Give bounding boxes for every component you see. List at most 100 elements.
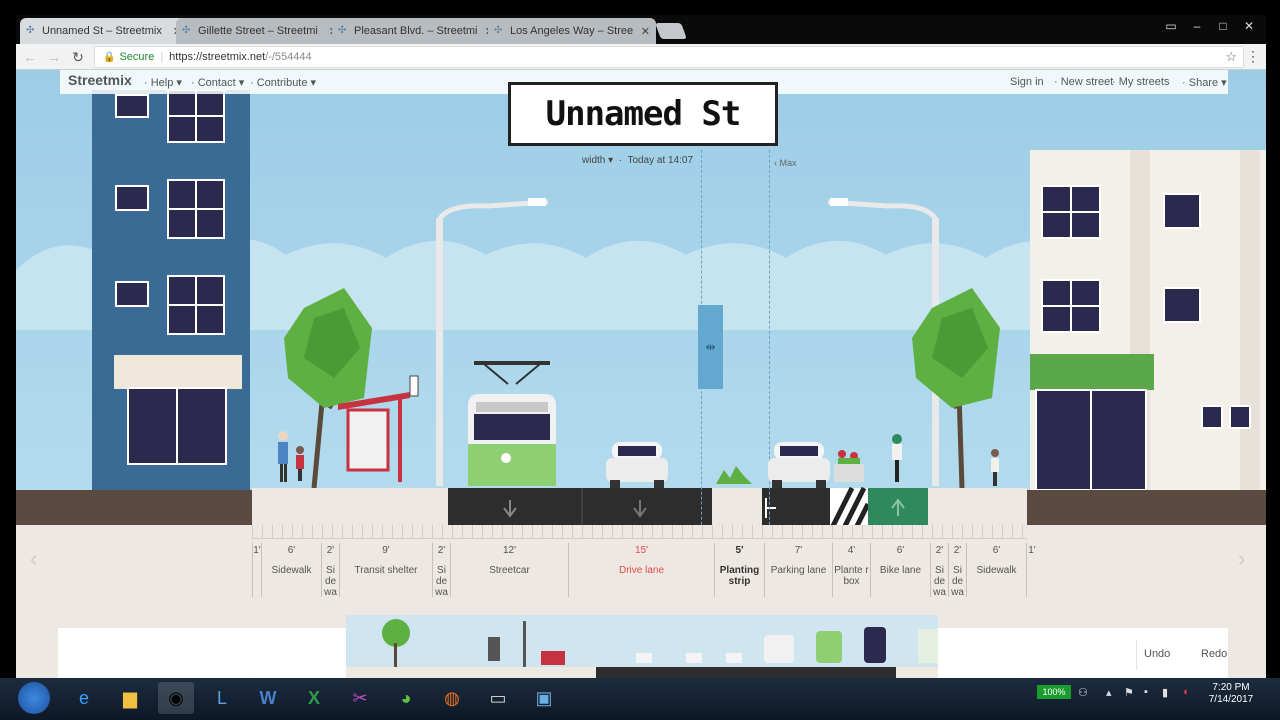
segment-label[interactable]: 2' Si de wa <box>432 543 450 598</box>
segment-width: 4' <box>847 545 856 556</box>
address-bar[interactable]: 🔒 Secure | https://streetmix.net /-/5544… <box>94 46 1244 68</box>
segment-label[interactable]: 1' <box>252 543 261 597</box>
resize-handle[interactable]: ⇹ <box>698 305 723 389</box>
segment-label[interactable]: 6' Sidewalk <box>261 543 321 597</box>
system-clock[interactable]: 7:20 PM 7/14/2017 <box>1196 682 1266 706</box>
segment-label[interactable]: 12' Streetcar <box>450 543 568 597</box>
browser-menu-icon[interactable]: ⋮ <box>1246 48 1260 65</box>
street-name-sign[interactable]: Unnamed St <box>508 82 778 146</box>
close-window-icon[interactable]: ✕ <box>1238 18 1260 34</box>
tab-unnamed-st[interactable]: ✣ Unnamed St – Streetmix ✕ <box>20 18 188 44</box>
width-label: width <box>582 155 606 166</box>
segment-width: 6' <box>896 545 905 556</box>
segment-name: Si de wa <box>324 565 337 598</box>
sign-in-link[interactable]: Sign in <box>1010 76 1044 88</box>
network-tray-icon[interactable]: ⚇ <box>1078 686 1088 699</box>
device-tray-icon[interactable]: ▪ <box>1144 686 1148 698</box>
help-label: Help <box>150 77 174 89</box>
tab-label: Unnamed St – Streetmix <box>42 25 162 37</box>
last-saved-time: Today at 14:07 <box>627 155 694 166</box>
tab-los-angeles-way[interactable]: ✣ Los Angeles Way – Stree ✕ <box>488 18 656 44</box>
segment-width: 2' <box>953 545 962 556</box>
tab-label: Pleasant Blvd. – Streetmi <box>354 25 478 37</box>
segment-name: Si de wa <box>933 565 946 598</box>
firefox-icon[interactable]: ◍ <box>434 682 470 714</box>
scroll-right-icon[interactable]: › <box>1238 546 1245 572</box>
segment-label[interactable]: 2' Si de wa <box>948 543 966 598</box>
max-width-guide <box>769 150 770 590</box>
forward-icon[interactable]: → <box>46 48 62 66</box>
segment-label[interactable]: 9' Transit shelter <box>339 543 432 597</box>
segment-ruler: 1' 6' Sidewalk 2' Si de wa 9' Transit shelter 2… <box>252 525 1036 598</box>
media-player-icon[interactable]: ◕ <box>388 682 424 714</box>
segment-label[interactable]: 2' Si de wa <box>321 543 339 598</box>
excel-icon[interactable]: X <box>296 682 332 714</box>
segment-name: Streetcar <box>489 565 530 576</box>
word-icon[interactable]: W <box>250 682 286 714</box>
profile-icon[interactable]: ▭ <box>1160 18 1182 34</box>
signal-icon[interactable]: ▮ <box>1162 686 1168 699</box>
show-hidden-icons[interactable]: ▴ <box>1106 686 1112 699</box>
maximize-icon[interactable]: □ <box>1212 18 1234 34</box>
share-menu[interactable]: · Share ▾ <box>1182 76 1227 89</box>
undo-button[interactable]: Undo <box>1144 648 1170 660</box>
close-tab-icon[interactable]: ✕ <box>641 25 650 38</box>
segment-width: 15' <box>634 545 649 556</box>
segment-label[interactable]: 4' Plante r box <box>832 543 870 597</box>
back-icon[interactable]: ← <box>22 48 38 66</box>
tab-label: Los Angeles Way – Stree <box>510 25 634 37</box>
screen: ✣ Unnamed St – Streetmix ✕ ✣ Gillette St… <box>0 0 1280 720</box>
streetmix-favicon-icon: ✣ <box>338 25 347 36</box>
segment-label[interactable]: 1' <box>1026 543 1037 597</box>
segment-label[interactable]: 5' Planting strip <box>714 543 764 597</box>
segment-label[interactable]: 6' Sidewalk <box>966 543 1026 597</box>
segment-name: Transit shelter <box>354 565 418 576</box>
segment-name: Si de wa <box>951 565 964 598</box>
width-menu[interactable]: width ▾ <box>582 155 613 166</box>
battery-indicator[interactable]: 100% <box>1037 685 1071 699</box>
redo-button[interactable]: Redo <box>1201 648 1227 660</box>
clock-time: 7:20 PM <box>1212 682 1250 693</box>
volume-icon[interactable]: ◖ <box>1182 686 1189 698</box>
remote-desktop-icon[interactable]: ▣ <box>526 682 562 714</box>
chrome-icon[interactable]: ◉ <box>158 682 194 714</box>
my-streets-link[interactable]: · My streets <box>1112 76 1169 88</box>
internet-explorer-icon[interactable]: e <box>66 682 102 714</box>
blue-building <box>92 90 250 490</box>
segment-name: Sidewalk <box>976 565 1017 576</box>
tab-label: Gillette Street – Streetmi <box>198 25 318 37</box>
new-tab-button[interactable] <box>655 23 687 39</box>
street-meta: width ▾ · Today at 14:07 <box>582 155 694 166</box>
windows-taskbar: e ▆ ◉ L W X ✂ ◕ ◍ ▭ ▣ 100% ⚇ ▴ ⚑ ▪ ▮ ◖ 7… <box>0 678 1280 720</box>
new-street-link[interactable]: · New street <box>1054 76 1113 88</box>
segment-width: 1' <box>253 545 261 556</box>
lync-icon[interactable]: L <box>204 682 240 714</box>
help-menu[interactable]: · Help ▾ <box>144 76 182 89</box>
contribute-menu[interactable]: · Contribute ▾ <box>250 76 316 89</box>
streetmix-logo[interactable]: Streetmix <box>68 72 132 88</box>
browser-toolbar: ← → ↻ 🔒 Secure | https://streetmix.net /… <box>16 44 1266 70</box>
tab-pleasant-blvd[interactable]: ✣ Pleasant Blvd. – Streetmi ✕ <box>332 18 500 44</box>
contact-menu[interactable]: · Contact ▾ <box>191 76 244 89</box>
minimize-icon[interactable]: – <box>1186 18 1208 34</box>
lock-icon: 🔒 <box>103 51 116 63</box>
file-explorer-icon[interactable]: ▆ <box>112 682 148 714</box>
segment-label[interactable]: 2' Si de wa <box>930 543 948 598</box>
bookmark-star-icon[interactable]: ☆ <box>1225 49 1237 65</box>
scroll-left-icon[interactable]: ‹ <box>30 546 37 572</box>
segment-label[interactable]: 7' Parking lane <box>764 543 832 597</box>
pedestrians-left <box>278 431 304 482</box>
segment-palette[interactable] <box>346 615 938 678</box>
pedestrian-right <box>991 449 999 486</box>
tab-gillette-street[interactable]: ✣ Gillette Street – Streetmi ✕ <box>176 18 344 44</box>
segment-label[interactable]: 6' Bike lane <box>870 543 930 597</box>
my-streets-label: My streets <box>1118 76 1170 88</box>
contact-label: Contact <box>197 77 236 89</box>
segment-label[interactable]: 15' Drive lane <box>568 543 714 597</box>
snipping-tool-icon[interactable]: ✂ <box>342 682 378 714</box>
segment-width: 12' <box>502 545 517 556</box>
reload-icon[interactable]: ↻ <box>70 48 86 66</box>
flag-icon[interactable]: ⚑ <box>1124 686 1134 699</box>
start-button-icon[interactable] <box>18 682 50 714</box>
command-prompt-icon[interactable]: ▭ <box>480 682 516 714</box>
